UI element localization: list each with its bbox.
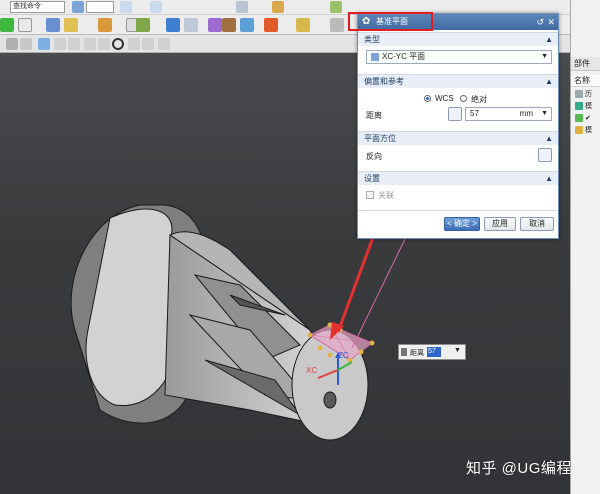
type-select-value: XC-YC 平面: [382, 52, 426, 61]
chevron-up-icon[interactable]: ▲: [545, 33, 553, 47]
select-icon[interactable]: [184, 18, 198, 32]
curve-icon[interactable]: [68, 38, 80, 50]
move-icon[interactable]: [296, 18, 310, 32]
snap-point-icon[interactable]: [38, 38, 50, 50]
distance-widget-label: 距离: [410, 350, 424, 357]
settings-section: 设置 ▲: [358, 171, 558, 185]
point-on-curve-icon[interactable]: [158, 38, 170, 50]
close-icon[interactable]: ✕: [547, 14, 555, 30]
chevron-up-icon[interactable]: ▲: [545, 132, 553, 146]
radio-wcs[interactable]: [424, 95, 431, 102]
calculator-icon[interactable]: [64, 18, 78, 32]
watermark: 知乎 @UG编程: [466, 460, 572, 477]
layer-icon[interactable]: [72, 1, 84, 13]
fill-icon[interactable]: [46, 18, 60, 32]
axis-label-x: XC: [306, 366, 318, 375]
chevron-up-icon[interactable]: ▲: [545, 75, 553, 89]
toolbar-combo-2[interactable]: [86, 1, 114, 13]
radio-wcs-label: WCS: [435, 94, 454, 103]
apply-button[interactable]: 应用: [484, 217, 516, 231]
radio-absolute[interactable]: [460, 95, 467, 102]
endpoint-icon[interactable]: [84, 38, 96, 50]
part-navigator: 部件 名称 历 模 ✔ 模: [570, 0, 600, 494]
orientation-section-header[interactable]: 平面方位 ▲: [358, 131, 558, 145]
midpoint-icon[interactable]: [98, 38, 110, 50]
part-icon[interactable]: [98, 18, 112, 32]
pen-icon[interactable]: [166, 18, 180, 32]
navigator-row-label: 模: [585, 103, 592, 110]
green-box-icon[interactable]: [0, 18, 14, 32]
reverse-label: 反向: [366, 152, 382, 161]
settings-section-label: 设置: [364, 174, 380, 183]
distance-value: 57: [470, 109, 479, 118]
navigator-column-header[interactable]: 名称: [571, 75, 600, 87]
history-icon: [575, 90, 583, 99]
navigator-row[interactable]: 历: [575, 89, 599, 100]
intersection-icon[interactable]: [128, 38, 140, 50]
distance-unit: mm: [519, 109, 533, 118]
offset-section: 偏置和参考 ▲: [358, 74, 558, 88]
print-icon[interactable]: [330, 18, 344, 32]
folder-icon: [575, 126, 583, 135]
analysis-icon[interactable]: [240, 18, 254, 32]
sketch-icon[interactable]: [18, 18, 32, 32]
undo-icon[interactable]: [120, 1, 132, 13]
offset-section-label: 偏置和参考: [364, 77, 404, 86]
orientation-section: 平面方位 ▲: [358, 131, 558, 145]
distance-label: 距离: [366, 111, 382, 120]
color-icon[interactable]: [264, 18, 278, 32]
distance-widget-value[interactable]: 57: [427, 347, 441, 357]
grid-icon[interactable]: [236, 1, 248, 13]
navigator-row-label: 历: [585, 91, 592, 98]
radio-absolute-label: 绝对: [471, 95, 487, 104]
type-section-label: 类型: [364, 35, 380, 44]
navigator-row-label: ✔: [585, 115, 591, 122]
mill-icon[interactable]: [222, 18, 236, 32]
assembly-icon[interactable]: [136, 18, 150, 32]
chevron-up-icon[interactable]: ▲: [545, 172, 553, 186]
reset-icon[interactable]: ↺: [536, 14, 544, 30]
navigator-row[interactable]: 模: [575, 101, 599, 112]
distance-widget-icon: [401, 348, 407, 356]
orientation-section-label: 平面方位: [364, 134, 396, 143]
redo-icon[interactable]: [150, 1, 162, 13]
command-finder-combo[interactable]: 查找命令: [10, 1, 65, 13]
divider: [358, 210, 558, 211]
navigator-row[interactable]: ✔: [575, 113, 599, 124]
chevron-down-icon[interactable]: ▼: [454, 347, 461, 354]
type-section: 类型 ▲: [358, 32, 558, 46]
chevron-down-icon[interactable]: ▼: [541, 51, 548, 63]
tangent-icon[interactable]: [142, 38, 154, 50]
navigator-row-label: 模: [585, 127, 592, 134]
cube-icon[interactable]: [6, 38, 18, 50]
wrench-icon[interactable]: [272, 1, 284, 13]
display-icon[interactable]: [20, 38, 32, 50]
model-icon: [575, 102, 583, 111]
associative-checkbox[interactable]: [366, 191, 374, 199]
snap-icon[interactable]: [330, 1, 342, 13]
navigator-tab[interactable]: 部件: [571, 57, 600, 71]
axis-label-z: ZC: [338, 351, 349, 360]
offset-section-header[interactable]: 偏置和参考 ▲: [358, 74, 558, 88]
plane-type-icon: [371, 52, 379, 61]
associative-label: 关联: [378, 191, 394, 200]
type-section-header[interactable]: 类型 ▲: [358, 32, 558, 46]
title-highlight-box: [348, 12, 433, 31]
ok-button[interactable]: < 确定 >: [444, 217, 480, 231]
navigator-row[interactable]: 模: [575, 125, 599, 136]
chevron-down-icon[interactable]: ▼: [541, 108, 548, 120]
settings-section-header[interactable]: 设置 ▲: [358, 171, 558, 185]
type-select[interactable]: XC-YC 平面 ▼: [366, 50, 552, 64]
line-icon[interactable]: [54, 38, 66, 50]
cancel-button[interactable]: 取消: [520, 217, 554, 231]
distance-onscreen-input[interactable]: 距离 57 ▼: [398, 344, 466, 360]
reverse-direction-icon[interactable]: [538, 148, 552, 162]
center-icon[interactable]: [112, 38, 124, 50]
distance-input[interactable]: 57 mm ▼: [465, 107, 552, 121]
check-icon: [575, 114, 583, 123]
drill-icon[interactable]: [208, 18, 222, 32]
reverse-distance-icon[interactable]: [448, 107, 462, 121]
datum-plane-dialog: ✿ 基准平面 ↺ ✕ 类型 ▲ XC-YC 平面 ▼ 偏置和参考 ▲ WCS 绝…: [357, 13, 559, 239]
center-hole: [323, 391, 337, 409]
